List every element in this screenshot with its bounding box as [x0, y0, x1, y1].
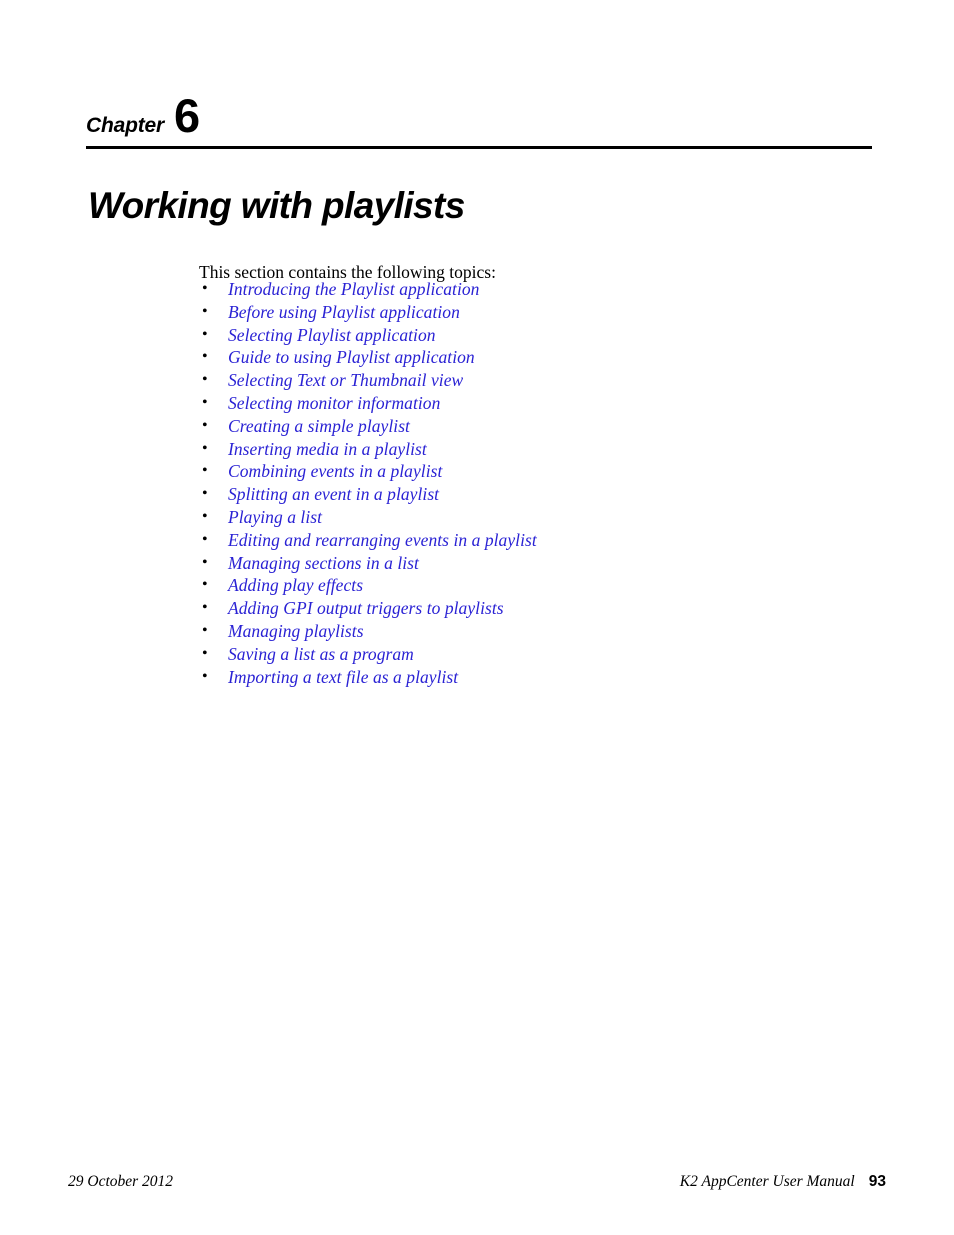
page-title: Working with playlists: [88, 184, 465, 226]
list-item[interactable]: • Selecting monitor information: [199, 392, 839, 415]
footer-date: 29 October 2012: [68, 1173, 174, 1190]
topic-link[interactable]: Managing sections in a list: [228, 553, 419, 573]
topic-link[interactable]: Saving a list as a program: [228, 644, 414, 664]
bullet-icon: •: [202, 530, 208, 548]
bullet-icon: •: [202, 621, 208, 639]
list-item[interactable]: • Before using Playlist application: [199, 301, 839, 324]
page-footer: 29 October 2012 K2 AppCenter User Manual…: [0, 1171, 954, 1195]
bullet-icon: •: [202, 439, 208, 457]
list-item[interactable]: • Editing and rearranging events in a pla…: [199, 529, 839, 552]
list-item[interactable]: • Managing playlists: [199, 620, 839, 643]
topic-link-list: • Introducing the Playlist application • Be…: [199, 278, 839, 688]
topic-link[interactable]: Before using Playlist application: [228, 302, 460, 322]
list-item[interactable]: • Saving a list as a program: [199, 643, 839, 666]
bullet-icon: •: [202, 576, 208, 594]
chapter-label: Chapter: [86, 114, 164, 137]
footer-manual-group: K2 AppCenter User Manual 93: [680, 1171, 886, 1193]
list-item[interactable]: • Adding GPI output triggers to playlists: [199, 597, 839, 620]
chapter-eyebrow: Chapter 6: [86, 89, 200, 142]
bullet-icon: •: [202, 485, 208, 503]
topic-link[interactable]: Inserting media in a playlist: [228, 439, 427, 459]
bullet-icon: •: [202, 599, 208, 617]
list-item[interactable]: • Splitting an event in a playlist: [199, 483, 839, 506]
list-item[interactable]: • Guide to using Playlist application: [199, 346, 839, 369]
topic-link[interactable]: Creating a simple playlist: [228, 416, 410, 436]
bullet-icon: •: [202, 416, 208, 434]
list-item[interactable]: • Importing a text file as a playlist: [199, 666, 839, 689]
list-item[interactable]: • Adding play effects: [199, 574, 839, 597]
topic-link[interactable]: Playing a list: [228, 507, 322, 527]
topic-link[interactable]: Selecting monitor information: [228, 393, 440, 413]
bullet-icon: •: [202, 348, 208, 366]
list-item[interactable]: • Selecting Playlist application: [199, 324, 839, 347]
topic-link[interactable]: Importing a text file as a playlist: [228, 667, 458, 687]
bullet-icon: •: [202, 644, 208, 662]
bullet-icon: •: [202, 371, 208, 389]
bullet-icon: •: [202, 280, 208, 297]
bullet-icon: •: [202, 325, 208, 343]
bullet-icon: •: [202, 507, 208, 525]
topic-link[interactable]: Selecting Text or Thumbnail view: [228, 370, 463, 390]
bullet-icon: •: [202, 462, 208, 480]
list-item[interactable]: • Selecting Text or Thumbnail view: [199, 369, 839, 392]
bullet-icon: •: [202, 553, 208, 571]
document-page: Chapter 6 Working with playlists This se…: [0, 0, 954, 1235]
bullet-icon: •: [202, 302, 208, 320]
topic-link[interactable]: Splitting an event in a playlist: [228, 484, 439, 504]
topic-link[interactable]: Introducing the Playlist application: [228, 279, 479, 299]
chapter-number: 6: [173, 89, 200, 142]
chapter-divider-rule: [86, 146, 872, 149]
topic-link[interactable]: Adding GPI output triggers to playlists: [228, 598, 504, 618]
footer-manual-title: K2 AppCenter User Manual: [679, 1173, 855, 1190]
topic-link[interactable]: Editing and rearranging events in a play…: [228, 530, 537, 550]
list-item[interactable]: • Introducing the Playlist application: [199, 278, 839, 301]
list-item[interactable]: • Combining events in a playlist: [199, 460, 839, 483]
topic-link[interactable]: Combining events in a playlist: [228, 461, 442, 481]
topic-link[interactable]: Managing playlists: [228, 621, 364, 641]
list-item[interactable]: • Creating a simple playlist: [199, 415, 839, 438]
topic-link[interactable]: Guide to using Playlist application: [228, 347, 475, 367]
list-item[interactable]: • Inserting media in a playlist: [199, 438, 839, 461]
bullet-icon: •: [202, 667, 208, 685]
bullet-icon: •: [202, 393, 208, 411]
list-item[interactable]: • Playing a list: [199, 506, 839, 529]
footer-page-number: 93: [868, 1173, 886, 1190]
topic-link[interactable]: Adding play effects: [228, 575, 363, 595]
list-item[interactable]: • Managing sections in a list: [199, 552, 839, 575]
topic-link[interactable]: Selecting Playlist application: [228, 325, 436, 345]
